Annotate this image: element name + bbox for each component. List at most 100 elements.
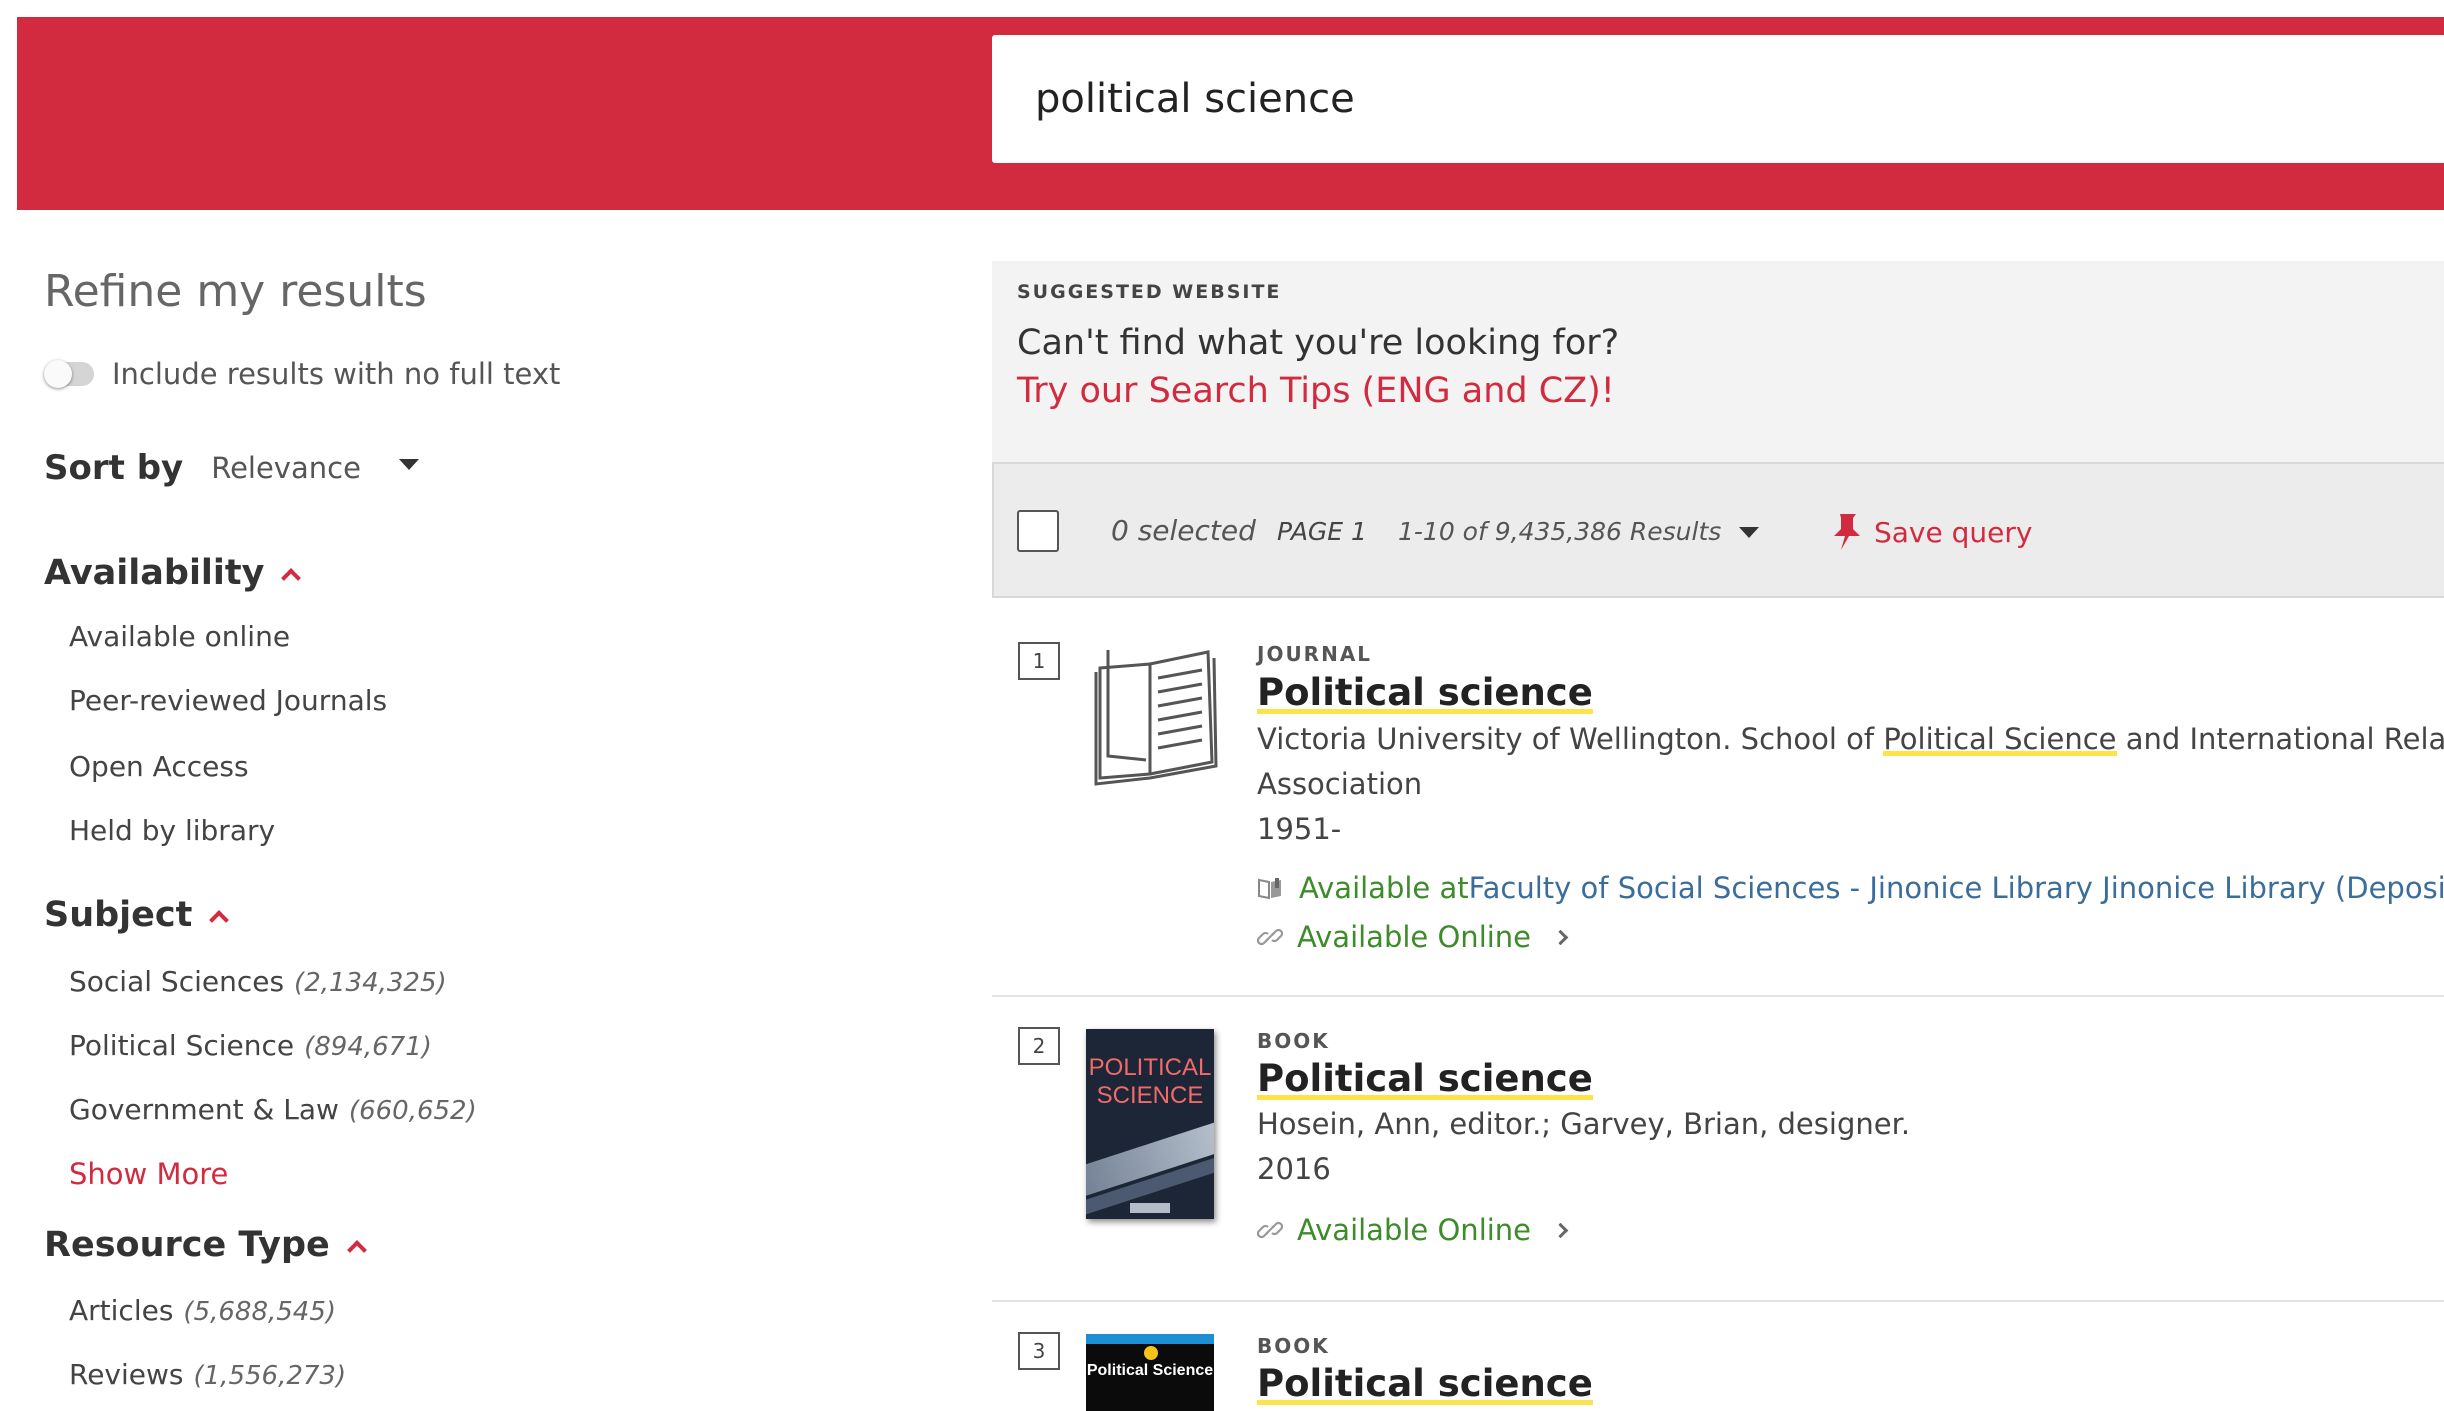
select-all-checkbox[interactable] [1017, 510, 1059, 552]
facet-item-label: Open Access [69, 750, 249, 783]
facet-item-social-sciences[interactable]: Social Sciences (2,134,325) [69, 965, 447, 998]
result-type: JOURNAL [1257, 642, 1373, 666]
search-input[interactable]: political science [992, 35, 2444, 163]
book-cover-image: Political Science [1086, 1334, 1214, 1411]
suggested-website-tag: SUGGESTED WEBSITE [1017, 281, 1282, 303]
results-toolbar: 0 selected PAGE 1 1-10 of 9,435,386 Resu… [992, 462, 2444, 598]
facet-item-government-law[interactable]: Government & Law (660,652) [69, 1093, 477, 1126]
facet-item-label: Reviews [69, 1358, 184, 1391]
result-number: 3 [1018, 1332, 1060, 1370]
result-type: BOOK [1257, 1334, 1330, 1358]
available-online-label: Available Online [1297, 1213, 1532, 1247]
result-number: 2 [1018, 1027, 1060, 1065]
available-online-link[interactable]: Available Online [1257, 920, 1569, 954]
facet-item-count: (2,134,325) [294, 968, 447, 998]
result-title-link[interactable]: Political science [1257, 1057, 1593, 1100]
save-query-label: Save query [1874, 515, 2033, 549]
publisher-mark [1130, 1203, 1170, 1213]
result-title-link[interactable]: Political science [1257, 671, 1593, 714]
search-tips-link[interactable]: Try our Search Tips (ENG and CZ)! [1017, 371, 1615, 411]
facet-item-held-by-library[interactable]: Held by library [69, 814, 275, 847]
result-number: 1 [1018, 642, 1060, 680]
results-range: 1-10 of 9,435,386 Results [1398, 517, 1722, 546]
facet-item-label: Held by library [69, 814, 276, 847]
facet-item-reviews[interactable]: Reviews (1,556,273) [69, 1358, 346, 1391]
facet-item-count: (894,671) [304, 1032, 432, 1062]
suggested-website-box: SUGGESTED WEBSITE Can't find what you're… [992, 261, 2444, 462]
cover-band [1086, 1334, 1214, 1344]
link-icon [1257, 928, 1283, 946]
result-author: Victoria University of Wellington. Schoo… [1257, 722, 2444, 756]
book-cover-image: POLITICAL SCIENCE [1086, 1029, 1214, 1219]
pin-icon [1834, 514, 1860, 550]
facet-item-label: Articles [69, 1294, 174, 1327]
result-title-text: Political science [1257, 671, 1593, 714]
sort-row: Sort by Relevance [44, 448, 419, 488]
facet-heading-subject[interactable]: Subject [44, 895, 230, 935]
facet-item-available-online[interactable]: Available online [69, 620, 290, 653]
facet-item-peer-reviewed[interactable]: Peer-reviewed Journals [69, 684, 387, 717]
cover-text: POLITICAL SCIENCE [1088, 1054, 1212, 1109]
chevron-up-icon[interactable] [346, 1240, 367, 1260]
link-icon [1257, 1221, 1283, 1239]
sort-select[interactable]: Relevance [211, 451, 361, 485]
chevron-up-icon[interactable] [281, 568, 302, 588]
facet-heading-label: Availability [44, 553, 265, 593]
facet-heading-label: Subject [44, 895, 193, 935]
show-more-link[interactable]: Show More [69, 1157, 228, 1191]
result-author: Hosein, Ann, editor.; Garvey, Brian, des… [1257, 1107, 1911, 1141]
journal-icon [1086, 638, 1218, 792]
result-item: 2 POLITICAL SCIENCE BOOK Political scien… [992, 997, 2444, 1299]
facet-item-label: Political Science [69, 1029, 295, 1062]
chevron-up-icon[interactable] [209, 910, 230, 930]
cover-text: Political Science [1086, 1362, 1214, 1379]
facet-heading-availability[interactable]: Availability [44, 553, 302, 593]
result-item: 1 JOURNAL Political science Victoria Uni… [992, 598, 2444, 992]
sort-label: Sort by [44, 448, 184, 488]
availability-location: Faculty of Social Sciences - Jinonice Li… [1468, 871, 2444, 905]
facet-item-count: (1,556,273) [193, 1361, 347, 1391]
page-indicator: PAGE 1 [1277, 517, 1367, 546]
facet-heading-label: Resource Type [44, 1225, 330, 1265]
refine-title: Refine my results [44, 266, 427, 317]
search-query-text: political science [1035, 76, 1355, 122]
result-title-text: Political science [1257, 1362, 1593, 1405]
book-location-icon [1258, 878, 1281, 900]
save-query-button[interactable]: Save query [1830, 512, 2032, 552]
facet-item-count: (5,688,545) [183, 1297, 337, 1327]
facet-item-label: Available online [69, 620, 291, 653]
full-text-toggle-row[interactable]: Include results with no full text [44, 357, 560, 391]
facet-item-articles[interactable]: Articles (5,688,545) [69, 1294, 336, 1327]
chevron-right-icon [1552, 1222, 1569, 1238]
facet-item-label: Government & Law [69, 1093, 339, 1126]
book-cover-thumbnail[interactable]: Political Science [1086, 1334, 1214, 1411]
chevron-right-icon [1552, 929, 1569, 945]
available-online-link[interactable]: Available Online [1257, 1213, 1569, 1247]
available-online-label: Available Online [1297, 920, 1532, 954]
availability-location-link[interactable]: Available at Faculty of Social Sciences … [1257, 871, 2444, 905]
facet-heading-resource-type[interactable]: Resource Type [44, 1225, 367, 1265]
author-text: and International Relations; N [2125, 722, 2444, 756]
show-more-label: Show More [69, 1157, 229, 1191]
full-text-toggle[interactable] [44, 360, 94, 388]
cover-badge [1144, 1346, 1158, 1360]
availability-status: Available at [1299, 871, 1469, 905]
result-item: 3 Political Science BOOK Political scien… [992, 1302, 2444, 1411]
author-text: Victoria University of Wellington. Schoo… [1257, 722, 1884, 756]
facet-item-count: (660,652) [348, 1096, 477, 1126]
result-title-link[interactable]: Political science [1257, 1362, 1593, 1405]
chevron-down-icon[interactable] [398, 458, 419, 470]
full-text-toggle-label: Include results with no full text [112, 357, 561, 391]
toggle-knob [44, 360, 72, 388]
result-author-line2: Association [1257, 767, 1423, 801]
result-date: 2016 [1257, 1152, 1331, 1186]
suggested-website-text: Can't find what you're looking for? [1017, 323, 1620, 363]
facet-item-label: Social Sciences [69, 965, 285, 998]
result-type: BOOK [1257, 1029, 1330, 1053]
facet-item-label: Peer-reviewed Journals [69, 684, 388, 717]
chevron-down-icon[interactable] [1739, 527, 1759, 538]
facet-item-open-access[interactable]: Open Access [69, 750, 249, 783]
facet-item-political-science[interactable]: Political Science (894,671) [69, 1029, 432, 1062]
book-cover-thumbnail[interactable]: POLITICAL SCIENCE [1086, 1029, 1214, 1219]
selected-count: 0 selected [1111, 514, 1256, 547]
